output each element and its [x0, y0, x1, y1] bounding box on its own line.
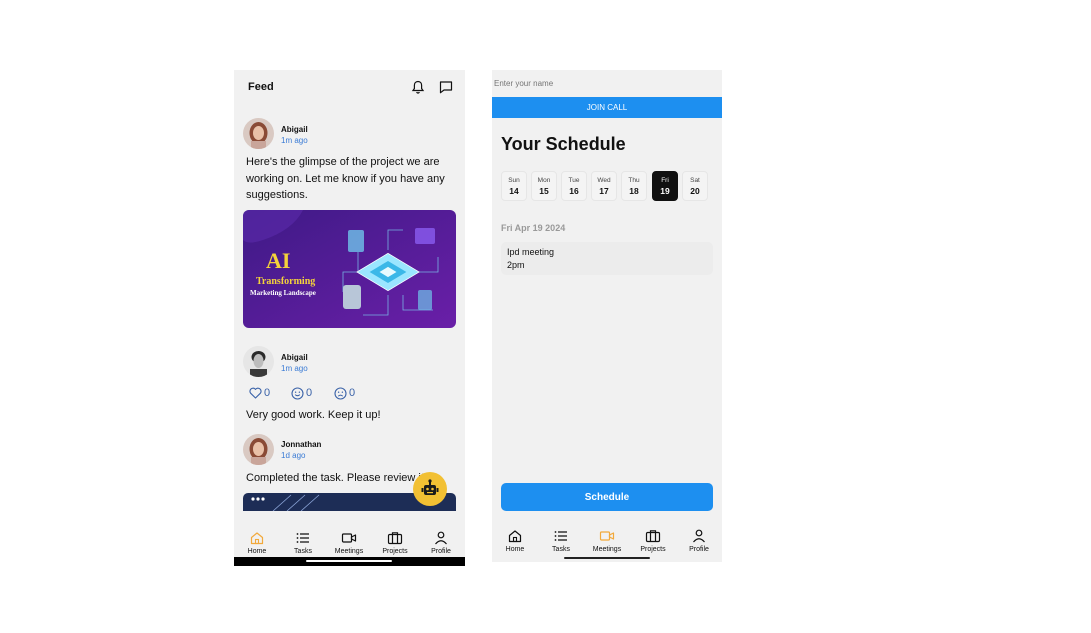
nav-tasks[interactable]: Tasks [539, 528, 583, 553]
list-icon [554, 531, 567, 541]
banner-line-1: Transforming [256, 276, 316, 287]
post-author[interactable]: Abigail [281, 125, 308, 134]
smile-reaction[interactable]: 0 [291, 386, 312, 400]
bottom-nav: Home Tasks Meetings Projects Profile [492, 525, 722, 559]
day-fri[interactable]: Fri 19 [652, 171, 678, 201]
post-time: 1m ago [281, 136, 308, 145]
page-title: Your Schedule [501, 134, 626, 154]
post-time: 1m ago [281, 364, 308, 373]
list-icon [296, 533, 309, 543]
day-selector: Sun 14 Mon 15 Tue 16 Wed 17 Thu 18 Fri 19 Sat 2… [501, 171, 711, 201]
video-icon [599, 531, 615, 541]
banner-line-2: Marketing Landscape [250, 289, 316, 297]
page-title: Feed [248, 81, 274, 93]
schedule-button[interactable]: Schedule [501, 483, 713, 511]
avatar[interactable] [243, 118, 274, 149]
person-icon [435, 531, 447, 545]
schedule-screen: JOIN CALL Your Schedule Sun14 Mon15 Tue1… [492, 70, 722, 562]
nav-profile[interactable]: Profile [677, 528, 721, 553]
nav-meetings[interactable]: Meetings [327, 530, 371, 555]
like-reaction[interactable]: 0 [249, 386, 270, 400]
nav-meetings[interactable]: Meetings [585, 528, 629, 553]
reaction-count: 0 [349, 387, 356, 399]
event-time: 2pm [507, 260, 525, 270]
home-icon [508, 530, 522, 543]
post-time: 1d ago [281, 451, 306, 460]
post-text: Very good work. Keep it up! [246, 409, 381, 421]
nav-projects[interactable]: Projects [631, 528, 675, 553]
bottom-nav: Home Tasks Meetings Projects Profile [234, 526, 465, 560]
feed-header: Feed [234, 70, 465, 104]
day-wed[interactable]: Wed 17 [591, 171, 617, 201]
person-icon [693, 529, 705, 543]
nav-home[interactable]: Home [493, 528, 537, 553]
chat-icon[interactable] [438, 79, 454, 95]
join-call-button[interactable]: JOIN CALL [492, 97, 722, 118]
selected-date-label: Fri Apr 19 2024 [501, 223, 566, 233]
smile-icon [291, 386, 304, 400]
day-tue[interactable]: Tue 16 [561, 171, 587, 201]
chatbot-button[interactable] [413, 472, 447, 506]
sad-reaction[interactable]: 0 [334, 386, 355, 400]
post-author[interactable]: Jonnathan [281, 440, 321, 449]
briefcase-icon [387, 532, 403, 545]
banner-headline: AI [266, 248, 291, 273]
nav-tasks[interactable]: Tasks [281, 530, 325, 555]
reaction-count: 0 [264, 387, 271, 399]
sad-icon [334, 386, 347, 400]
feed-screen: Feed Abigail 1m ago Here's the glimpse o… [234, 70, 465, 566]
video-icon [341, 533, 357, 543]
event-card[interactable]: Ipd meeting 2pm [501, 242, 713, 275]
robot-icon [421, 479, 439, 495]
reaction-count: 0 [306, 387, 313, 399]
day-sun[interactable]: Sun 14 [501, 171, 527, 201]
heart-icon [249, 387, 262, 399]
name-input[interactable] [492, 70, 722, 97]
nav-home[interactable]: Home [235, 530, 279, 555]
day-mon[interactable]: Mon 15 [531, 171, 557, 201]
nav-profile[interactable]: Profile [419, 530, 463, 555]
briefcase-icon [645, 530, 661, 543]
bell-icon[interactable] [410, 79, 426, 95]
home-icon [250, 532, 264, 545]
post-author[interactable]: Abigail [281, 353, 308, 362]
day-sat[interactable]: Sat 20 [682, 171, 708, 201]
day-thu[interactable]: Thu 18 [621, 171, 647, 201]
event-title: Ipd meeting [507, 247, 555, 257]
nav-projects[interactable]: Projects [373, 530, 417, 555]
home-indicator[interactable] [306, 560, 392, 562]
avatar[interactable] [243, 346, 274, 377]
post-text: Here's the glimpse of the project we are… [246, 156, 445, 201]
avatar[interactable] [243, 434, 274, 465]
home-indicator[interactable] [564, 557, 650, 559]
